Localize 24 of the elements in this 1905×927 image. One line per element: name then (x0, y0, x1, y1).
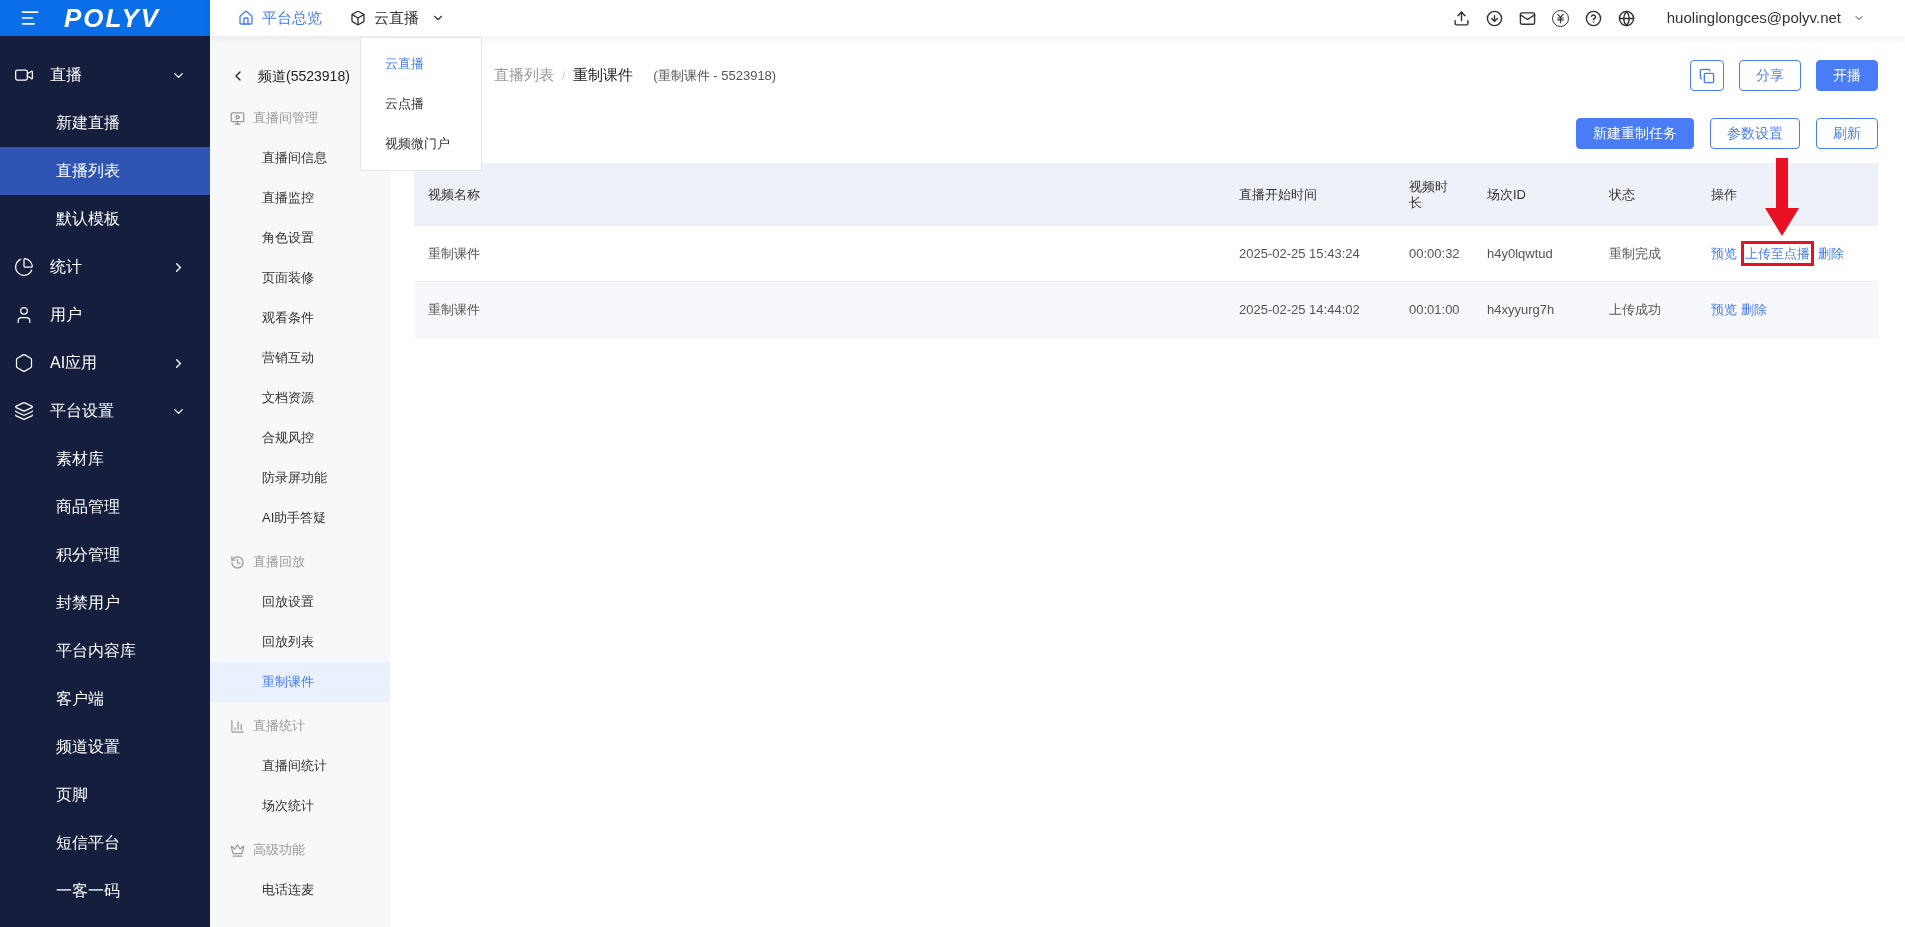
column-header: 直播开始时间 (1239, 185, 1318, 204)
table-cell-text: 重制课件 (428, 300, 481, 319)
breadcrumb-item: 重制课件 (573, 65, 634, 86)
table-cell-text: h4xyyurg7h (1487, 300, 1556, 319)
breadcrumb-separator: / (562, 67, 566, 85)
column-header: 状态 (1609, 185, 1636, 204)
column-header: 场次ID (1487, 185, 1527, 204)
table-cell-text: 重制课件 (428, 244, 481, 263)
table-cell-text: 上传成功 (1609, 300, 1662, 319)
table-cell-text: 2025-02-25 15:43:24 (1239, 244, 1361, 263)
table-cell-text: 重制完成 (1609, 244, 1662, 263)
table-cell: 00:01:00 (1409, 301, 1460, 318)
group-title: 直播统计 (253, 717, 305, 736)
logo: POLYV (64, 1, 161, 35)
column-header: 视频名称 (428, 185, 481, 204)
column-header: 操作 (1711, 185, 1738, 204)
table-cell-text: 2025-02-25 14:44:02 (1239, 300, 1361, 319)
group-title: 高级功能 (253, 841, 305, 860)
group-title: 直播回放 (253, 553, 305, 572)
page-subtitle: (重制课件 - 5523918) (653, 66, 777, 85)
group-title: 直播间管理 (253, 109, 318, 128)
table-cell: 00:00:32 (1409, 245, 1460, 262)
column-header: 视频时长 (1409, 178, 1449, 211)
table-cell-text: h4y0lqwtud (1487, 244, 1554, 263)
